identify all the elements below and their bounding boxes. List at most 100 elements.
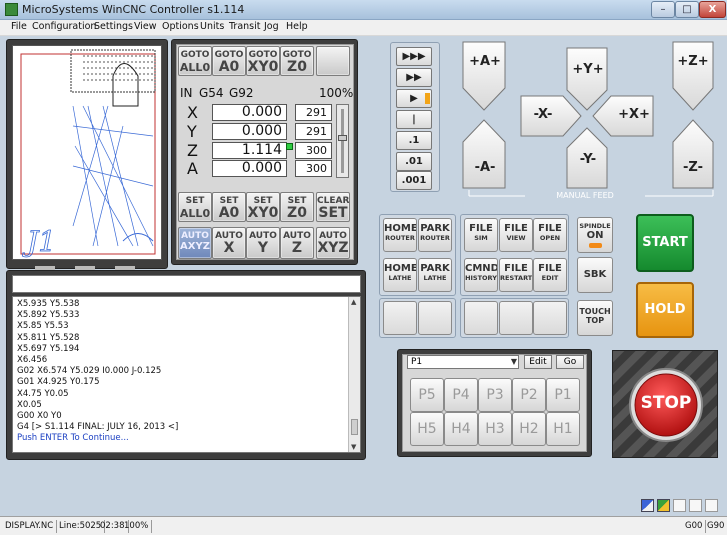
menu-jog[interactable]: Jog	[264, 21, 279, 32]
auto-z-button[interactable]: AUTO Z	[280, 227, 314, 259]
feed-step-0.01-button[interactable]: .01	[396, 152, 432, 171]
preset-h5-button[interactable]: H5	[410, 412, 444, 446]
jog-a-minus-button[interactable]: -A-	[465, 160, 505, 175]
blank-button[interactable]	[383, 301, 417, 335]
menu-file[interactable]: File	[11, 21, 27, 32]
menu-configuration[interactable]: Configuration	[32, 21, 96, 32]
home-router-button[interactable]: HOME ROUTER	[383, 218, 417, 252]
preset-h3-button[interactable]: H3	[478, 412, 512, 446]
minimize-button[interactable]: –	[651, 1, 675, 18]
file-open-button[interactable]: FILE OPEN	[533, 218, 567, 252]
preset-h1-button[interactable]: H1	[546, 412, 580, 446]
touch-top-button[interactable]: TOUCH TOP	[577, 300, 613, 336]
preset-p1-button[interactable]: P1	[546, 378, 580, 412]
goto-blank-button[interactable]	[316, 46, 350, 76]
slider-thumb[interactable]	[338, 135, 347, 141]
maximize-button[interactable]: □	[675, 1, 699, 18]
jog-y-minus-button[interactable]: -Y-	[568, 152, 608, 167]
chevron-down-icon[interactable]: ▼	[511, 356, 517, 368]
auto-axyz-button[interactable]: AUTO AXYZ	[178, 227, 212, 259]
menu-transit[interactable]: Transit	[229, 21, 260, 32]
preset-h2-button[interactable]: H2	[512, 412, 546, 446]
grid-icon[interactable]	[641, 499, 654, 512]
feed-step-0.001-button[interactable]: .001	[396, 171, 432, 190]
file-restart-t2: RESTART	[500, 274, 533, 282]
scroll-thumb[interactable]	[351, 419, 358, 435]
jog-x-minus-button[interactable]: -X-	[523, 107, 563, 122]
menu-units[interactable]: Units	[200, 21, 224, 32]
menu-view[interactable]: View	[134, 21, 157, 32]
auto-axyz-l1: AUTO	[181, 231, 209, 241]
file-edit-button[interactable]: FILE EDIT	[533, 258, 567, 292]
auto-xyz-button[interactable]: AUTO XYZ	[316, 227, 350, 259]
blank-button[interactable]	[464, 301, 498, 335]
auto-y-button[interactable]: AUTO Y	[246, 227, 280, 259]
start-button[interactable]: START	[636, 214, 694, 272]
spindle-on-button[interactable]: SPINDLE ON	[577, 217, 613, 253]
dro-x-feed: 291	[295, 104, 332, 121]
dro-y-label: Y	[187, 122, 197, 141]
goto-z0-button[interactable]: GOTO Z0	[280, 46, 314, 76]
scroll-down-icon[interactable]: ▼	[351, 443, 356, 451]
preset-p4-button[interactable]: P4	[444, 378, 478, 412]
jog-z-plus-button[interactable]: +Z+	[673, 54, 713, 69]
set-a0-button[interactable]: SET A0	[212, 192, 246, 222]
hold-button[interactable]: HOLD	[636, 282, 694, 338]
scroll-up-icon[interactable]: ▲	[351, 298, 356, 306]
toolpath-preview[interactable]: J1	[12, 45, 162, 260]
goto-xy0-button[interactable]: GOTO XY0	[246, 46, 280, 76]
blank-button[interactable]	[533, 301, 567, 335]
dro-y-value[interactable]: 0.000	[212, 123, 287, 140]
file-view-button[interactable]: FILE VIEW	[499, 218, 533, 252]
console-scrollbar[interactable]: ▲ ▼	[348, 297, 360, 452]
file-edit-t2: EDIT	[541, 274, 559, 282]
preset-p5-button[interactable]: P5	[410, 378, 444, 412]
park-lathe-button[interactable]: PARK LATHE	[418, 258, 452, 292]
preset-p3-button[interactable]: P3	[478, 378, 512, 412]
auto-x-button[interactable]: AUTO X	[212, 227, 246, 259]
home-lathe-button[interactable]: HOME LATHE	[383, 258, 417, 292]
blank-button[interactable]	[418, 301, 452, 335]
menu-settings[interactable]: Settings	[94, 21, 133, 32]
auto-xyz-l2: XYZ	[317, 240, 349, 256]
blank-icon[interactable]	[705, 499, 718, 512]
dro-z-value[interactable]: 1.114	[212, 142, 287, 159]
dro-x-value[interactable]: 0.000	[212, 104, 287, 121]
cmnd-history-button[interactable]: CMND HISTORY	[464, 258, 498, 292]
blank-icon[interactable]	[673, 499, 686, 512]
blank-icon[interactable]	[689, 499, 702, 512]
file-sim-button[interactable]: FILE SIM	[464, 218, 498, 252]
jog-z-minus-button[interactable]: -Z-	[673, 160, 713, 175]
blank-button[interactable]	[499, 301, 533, 335]
feed-fastest-button[interactable]: ▶▶▶	[396, 47, 432, 66]
set-z0-button[interactable]: SET Z0	[280, 192, 314, 222]
clear-set-button[interactable]: CLEAR SET	[316, 192, 350, 222]
preset-edit-button[interactable]: Edit	[524, 355, 552, 369]
file-restart-button[interactable]: FILE RESTART	[499, 258, 533, 292]
preset-p2-button[interactable]: P2	[512, 378, 546, 412]
set-all0-button[interactable]: SET ALL0	[178, 192, 212, 222]
jog-y-plus-button[interactable]: +Y+	[568, 62, 608, 77]
menu-help[interactable]: Help	[286, 21, 308, 32]
mode-icon[interactable]	[657, 499, 670, 512]
preset-h4-button[interactable]: H4	[444, 412, 478, 446]
sbk-button[interactable]: SBK	[577, 257, 613, 293]
feed-fast-button[interactable]: ▶▶	[396, 68, 432, 87]
feed-override-slider[interactable]	[336, 104, 349, 178]
feed-active-indicator	[425, 93, 430, 104]
preset-go-button[interactable]: Go	[556, 355, 584, 369]
goto-a0-button[interactable]: GOTO A0	[212, 46, 246, 76]
stop-button[interactable]: STOP	[613, 393, 717, 413]
feed-step-0.1-button[interactable]: .1	[396, 131, 432, 150]
close-button[interactable]: X	[699, 1, 726, 18]
preset-select[interactable]: P1 ▼	[407, 355, 519, 369]
jog-a-plus-button[interactable]: +A+	[465, 54, 505, 69]
park-router-button[interactable]: PARK ROUTER	[418, 218, 452, 252]
menu-options[interactable]: Options	[162, 21, 199, 32]
goto-all0-button[interactable]: GOTO ALL0	[178, 46, 212, 76]
feed-step-1-button[interactable]: |	[396, 110, 432, 129]
jog-x-plus-button[interactable]: +X+	[614, 107, 654, 122]
command-input[interactable]	[12, 275, 361, 293]
dro-a-value[interactable]: 0.000	[212, 160, 287, 177]
set-xy0-button[interactable]: SET XY0	[246, 192, 280, 222]
